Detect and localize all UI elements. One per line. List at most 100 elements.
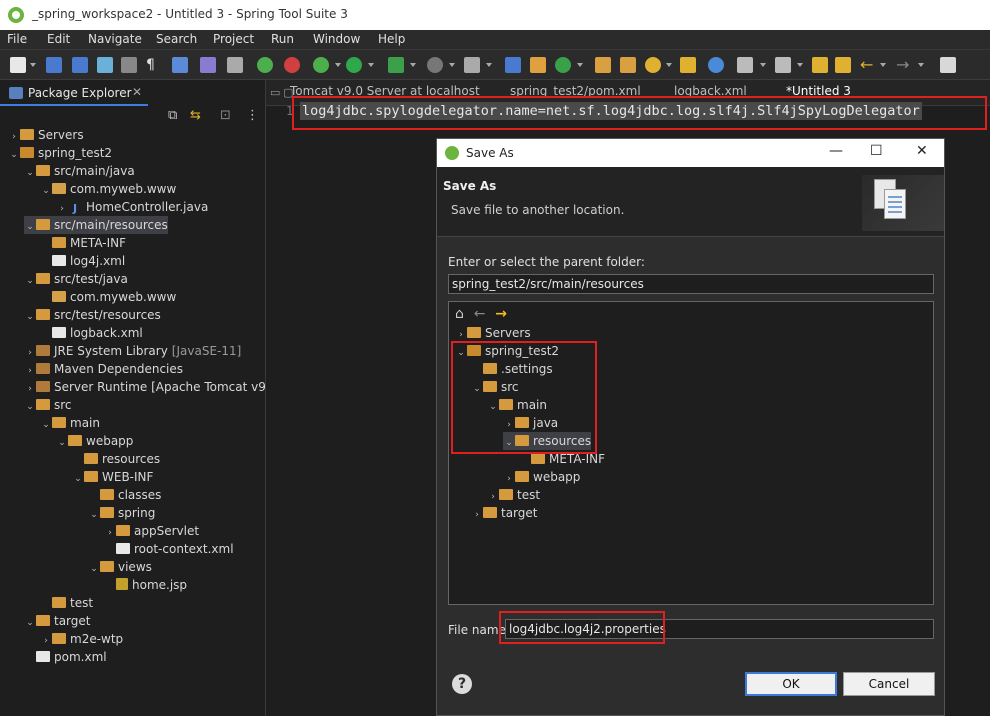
chevron-down-icon[interactable]: ⌄	[24, 218, 36, 236]
tree-item[interactable]: ⌄ webapp	[56, 432, 133, 450]
show-whitespace-icon[interactable]: ¶	[146, 57, 162, 73]
new-package-icon[interactable]	[530, 57, 546, 73]
back-icon[interactable]: ←	[474, 306, 486, 322]
search-icon[interactable]	[645, 57, 661, 73]
close-icon[interactable]: ✕	[916, 143, 928, 159]
stop-icon[interactable]	[427, 57, 443, 73]
tree-item[interactable]: ⌄ spring_test2	[8, 144, 112, 162]
forward-dropdown-icon[interactable]	[918, 63, 924, 67]
back-dropdown-icon[interactable]	[880, 63, 886, 67]
chevron-down-icon[interactable]: ⌄	[24, 308, 36, 326]
start-server-icon[interactable]	[284, 57, 300, 73]
debug-dropdown-icon[interactable]	[335, 63, 341, 67]
new-icon[interactable]	[10, 57, 26, 73]
run-dropdown-icon[interactable]	[368, 63, 374, 67]
menu-project[interactable]: Project	[213, 32, 254, 46]
chevron-down-icon[interactable]: ⌄	[40, 182, 52, 200]
minimize-icon[interactable]: ▭	[270, 86, 280, 99]
last-edit-location-icon[interactable]	[812, 57, 828, 73]
search-dropdown-icon[interactable]	[666, 63, 672, 67]
new-class-dropdown-icon[interactable]	[577, 63, 583, 67]
tree-item[interactable]: ⌄ src/test/resources	[24, 306, 161, 324]
tree-item[interactable]: › webapp	[503, 468, 580, 486]
tree-item[interactable]: META-INF	[40, 234, 126, 252]
help-icon[interactable]: ?	[452, 674, 472, 694]
menu-run[interactable]: Run	[271, 32, 294, 46]
menu-window[interactable]: Window	[313, 32, 360, 46]
new-dropdown-icon[interactable]	[30, 63, 36, 67]
tree-item[interactable]: ⌄ WEB-INF	[72, 468, 153, 486]
chevron-down-icon[interactable]: ⌄	[24, 272, 36, 290]
chevron-down-icon[interactable]: ⌄	[40, 416, 52, 434]
tree-item[interactable]: log4j.xml	[40, 252, 125, 270]
chevron-down-icon[interactable]: ⌄	[24, 398, 36, 416]
tree-item[interactable]: › appServlet	[104, 522, 199, 540]
chevron-down-icon[interactable]: ⌄	[88, 506, 100, 524]
tree-item[interactable]: ⌄ src/test/java	[24, 270, 128, 288]
cancel-button[interactable]: Cancel	[843, 672, 935, 696]
focus-icon[interactable]: ⊡	[220, 108, 231, 123]
tree-item[interactable]: › Servers	[455, 324, 530, 342]
home-icon[interactable]: ⌂	[455, 306, 464, 322]
skip-breakpoints-icon[interactable]	[200, 57, 216, 73]
chevron-down-icon[interactable]: ⌄	[24, 164, 36, 182]
save-icon[interactable]	[46, 57, 62, 73]
tree-item[interactable]: ⌄ com.myweb.www	[40, 180, 176, 198]
tree-item[interactable]: › target	[471, 504, 537, 524]
tree-item[interactable]: root-context.xml	[104, 540, 234, 558]
new-class-icon[interactable]	[555, 57, 571, 73]
tree-item[interactable]: › JRE System Library [JavaSE-11]	[24, 342, 241, 360]
tree-item[interactable]: test	[40, 594, 93, 612]
parent-folder-input[interactable]	[448, 274, 934, 294]
annotation-next-icon[interactable]	[737, 57, 753, 73]
tree-item[interactable]: pom.xml	[24, 648, 107, 666]
menu-search[interactable]: Search	[156, 32, 197, 46]
open-console-icon[interactable]	[172, 57, 188, 73]
tree-item[interactable]: ⌄ src/main/resources	[24, 216, 168, 234]
spring-boot-dashboard-icon[interactable]	[257, 57, 273, 73]
annotation-prev-dropdown-icon[interactable]	[797, 63, 803, 67]
tree-item[interactable]: › m2e-wtp	[40, 630, 123, 648]
chevron-down-icon[interactable]: ⌄	[24, 614, 36, 632]
tree-item[interactable]: logback.xml	[40, 324, 143, 342]
menu-help[interactable]: Help	[378, 32, 405, 46]
pin-editor-icon[interactable]	[940, 57, 956, 73]
stop-dropdown-icon[interactable]	[449, 63, 455, 67]
minimize-icon[interactable]: —	[829, 143, 843, 159]
view-menu-icon[interactable]: ⋮	[246, 108, 259, 123]
open-type-icon[interactable]	[595, 57, 611, 73]
chevron-right-icon[interactable]: ›	[471, 506, 483, 524]
toggle-word-wrap-icon[interactable]	[97, 57, 113, 73]
menu-navigate[interactable]: Navigate	[88, 32, 142, 46]
block-selection-icon[interactable]	[121, 57, 137, 73]
tree-item[interactable]: home.jsp	[104, 576, 187, 594]
chevron-down-icon[interactable]: ⌄	[88, 560, 100, 578]
open-task-icon[interactable]	[620, 57, 636, 73]
forward-icon[interactable]: →	[896, 57, 912, 73]
debug-steps-icon[interactable]	[227, 57, 243, 73]
chevron-down-icon[interactable]: ⌄	[8, 146, 20, 164]
package-explorer-tab[interactable]: Package Explorer ✕	[0, 80, 148, 106]
tree-item[interactable]: ⌄ src	[24, 396, 71, 416]
ok-button[interactable]: OK	[745, 672, 837, 696]
tree-item[interactable]: ⌄ views	[88, 558, 152, 576]
tree-item[interactable]: ⌄ main	[40, 414, 100, 432]
tree-item[interactable]: › Servers	[8, 126, 83, 144]
tree-item[interactable]: › J HomeController.java	[56, 198, 208, 216]
tree-item[interactable]: ⌄ spring	[88, 504, 155, 522]
tree-item[interactable]: com.myweb.www	[40, 288, 176, 306]
back-icon[interactable]: ←	[860, 57, 876, 73]
tree-item[interactable]: › Maven Dependencies	[24, 360, 183, 378]
forward-icon[interactable]: →	[495, 306, 507, 322]
collapse-all-icon[interactable]: ⧉	[168, 108, 177, 123]
new-java-project-icon[interactable]	[505, 57, 521, 73]
menu-edit[interactable]: Edit	[47, 32, 70, 46]
annotation-prev-icon[interactable]	[775, 57, 791, 73]
link-with-editor-icon[interactable]: ⇆	[190, 108, 201, 123]
tree-item[interactable]: › Server Runtime [Apache Tomcat v9.0]	[24, 378, 282, 396]
open-spring-element-icon[interactable]	[680, 57, 696, 73]
search-marker-icon[interactable]	[464, 57, 480, 73]
close-icon[interactable]: ✕	[132, 85, 142, 99]
external-tools-dropdown-icon[interactable]	[410, 63, 416, 67]
menu-file[interactable]: File	[7, 32, 27, 46]
